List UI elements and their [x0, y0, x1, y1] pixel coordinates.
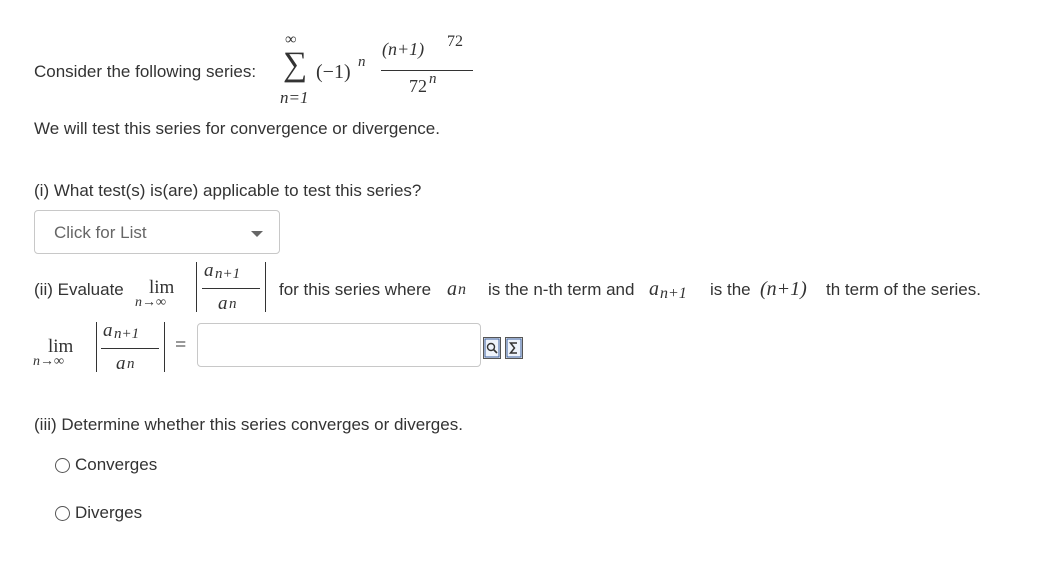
ratio-num-base: a	[204, 260, 214, 281]
part2-mid-text: for this series where	[279, 280, 432, 299]
part1-question: (i) What test(s) is(are) applicable to t…	[34, 181, 422, 200]
option-converges[interactable]: Converges	[55, 455, 157, 475]
sum-lower-limit: n=1	[280, 88, 309, 107]
an-base: a	[447, 278, 457, 300]
radio-converges[interactable]	[55, 457, 70, 473]
ratio-den-sub: n	[229, 296, 237, 312]
option-converges-label: Converges	[75, 455, 158, 474]
caret-down-icon	[251, 231, 263, 237]
sigma-symbol: ∑	[283, 46, 308, 83]
ratio-bar	[202, 288, 260, 289]
n-plus-one: (n+1)	[760, 278, 807, 300]
ratio-den-base-2: a	[116, 353, 126, 374]
equals-sign: =	[175, 334, 187, 356]
fraction-bar	[381, 70, 473, 71]
radio-diverges[interactable]	[55, 505, 70, 521]
abs-bar-right-2	[164, 322, 165, 372]
an1-base: a	[649, 278, 659, 300]
part2-is-the: is the	[710, 280, 751, 299]
sign-term-exponent: n	[358, 54, 366, 70]
ratio-num-sub: n+1	[215, 266, 241, 282]
limit-equation: lim n→∞ a n+1 a n =	[30, 318, 200, 378]
limit-expression: lim n→∞ a n+1 a n	[132, 258, 272, 318]
sigma-icon	[506, 338, 522, 358]
denominator: 72	[409, 76, 427, 96]
an1-sub: n+1	[660, 285, 687, 302]
formula-button[interactable]	[505, 337, 523, 359]
part3-question: (iii) Determine whether this series conv…	[34, 415, 463, 434]
abs-bar-right	[265, 262, 266, 312]
test-select-dropdown[interactable]: Click for List	[34, 210, 280, 254]
abs-bar-left-2	[96, 322, 97, 372]
option-diverges-label: Diverges	[75, 503, 143, 522]
option-diverges[interactable]: Diverges	[55, 503, 142, 523]
ratio-den-base: a	[218, 293, 228, 314]
numerator: (n+1)	[382, 39, 425, 59]
dropdown-value: Click for List	[54, 223, 147, 242]
numerator-exponent: 72	[447, 33, 463, 50]
abs-bar-left	[196, 262, 197, 312]
ratio-den-sub-2: n	[127, 356, 135, 372]
series-expression: ∞ ∑ n=1 (−1) n (n+1) 72 72 n	[274, 30, 484, 110]
part2-suffix: th term of the series.	[826, 280, 981, 299]
intro-text: Consider the following series:	[34, 62, 257, 81]
preview-icon	[484, 338, 500, 358]
limit-answer-input[interactable]	[197, 323, 481, 367]
denominator-exponent: n	[429, 71, 437, 87]
ratio-bar-2	[101, 348, 159, 349]
an-sub: n	[458, 281, 466, 298]
statement-text: We will test this series for convergence…	[34, 119, 440, 138]
ratio-num-sub-2: n+1	[114, 326, 140, 342]
lim-subscript-2: n→∞	[33, 354, 64, 369]
preview-button[interactable]	[483, 337, 501, 359]
lim-subscript: n→∞	[135, 295, 166, 310]
ratio-num-base-2: a	[103, 320, 113, 341]
part2-prefix: (ii) Evaluate	[34, 280, 124, 299]
sign-term: (−1)	[316, 61, 351, 83]
part2-nth-text: is the n-th term and	[488, 280, 635, 299]
